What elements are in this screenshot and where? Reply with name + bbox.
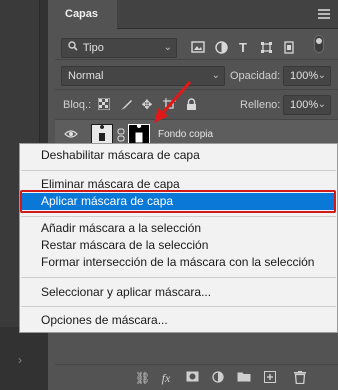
menu-item-subtract-mask-from-selection[interactable]: Restar máscara de la selección — [21, 237, 336, 254]
lock-transparent-pixels-icon[interactable] — [97, 97, 111, 112]
filter-kind-value: Tipo — [82, 42, 104, 54]
new-adjustment-icon[interactable] — [211, 371, 225, 385]
menu-separator — [21, 277, 336, 278]
red-highlight-box — [20, 190, 336, 213]
menu-separator — [21, 170, 336, 171]
opacity-value: 100% — [290, 70, 319, 82]
annotation-arrow — [154, 81, 192, 123]
menu-item-intersect-mask-with-selection[interactable]: Formar intersección de la máscara con la… — [21, 254, 336, 271]
panel-tabbar: Capas — [55, 0, 338, 29]
blend-row: Normal ⌄ Opacidad: 100% ⌄ — [55, 60, 338, 90]
smart-object-icon[interactable] — [282, 41, 296, 55]
blend-mode-select[interactable]: Normal ⌄ — [61, 66, 225, 86]
opacity-label: Opacidad: — [230, 70, 281, 82]
filter-toggle[interactable] — [314, 35, 324, 53]
fill-value: 100% — [290, 99, 319, 111]
menu-item-select-and-mask[interactable]: Seleccionar y aplicar máscara... — [21, 284, 336, 301]
tab-capas[interactable]: Capas — [55, 0, 117, 29]
filter-kind-select[interactable]: Tipo ⌄ — [61, 38, 177, 58]
lock-row: Bloq.: ✥ Relleno: 100% ⌄ — [55, 90, 338, 120]
layers-bottom-bar: ⛓ fx — [55, 364, 338, 390]
delete-layer-icon[interactable] — [293, 371, 307, 385]
lock-label: Bloq.: — [63, 99, 92, 111]
new-layer-icon[interactable] — [263, 371, 277, 385]
link-chain-icon[interactable] — [114, 128, 128, 142]
search-icon — [68, 39, 80, 57]
chevron-down-icon: ⌄ — [211, 70, 220, 81]
chevron-down-icon: ⌄ — [317, 99, 326, 110]
type-T-icon[interactable]: T — [236, 41, 250, 55]
collapse-chevron-icon[interactable]: › — [18, 354, 30, 366]
menu-item-mask-options[interactable]: Opciones de máscara... — [21, 312, 336, 329]
menu-separator — [21, 216, 336, 217]
adjustment-circle-icon[interactable] — [214, 41, 228, 55]
menu-item-add-mask-to-selection[interactable]: Añadir máscara a la selección — [21, 220, 336, 237]
chevron-down-icon: ⌄ — [163, 42, 172, 53]
filter-row: Tipo ⌄ T — [55, 30, 338, 60]
fill-field[interactable]: 100% ⌄ — [283, 95, 331, 115]
menu-item-disable-mask[interactable]: Deshabilitar máscara de capa — [21, 147, 336, 164]
layer-mask-context-menu: Deshabilitar máscara de capa Eliminar má… — [19, 143, 338, 333]
lock-image-pixels-icon[interactable] — [119, 98, 133, 112]
opacity-field[interactable]: 100% ⌄ — [283, 66, 331, 86]
panel-menu-icon[interactable] — [318, 9, 330, 19]
blend-mode-value: Normal — [68, 70, 104, 82]
shape-transform-icon[interactable] — [259, 41, 273, 55]
menu-separator — [21, 306, 336, 307]
chevron-down-icon: ⌄ — [317, 70, 326, 81]
new-group-icon[interactable] — [237, 371, 251, 385]
eye-icon[interactable] — [64, 129, 78, 141]
fill-label: Relleno: — [240, 99, 281, 111]
image-icon[interactable] — [191, 41, 205, 55]
add-mask-icon[interactable] — [185, 371, 199, 385]
link-layers-icon[interactable]: ⛓ — [135, 371, 150, 385]
layer-name[interactable]: Fondo copia — [158, 129, 213, 140]
fx-icon[interactable]: fx — [159, 371, 173, 385]
